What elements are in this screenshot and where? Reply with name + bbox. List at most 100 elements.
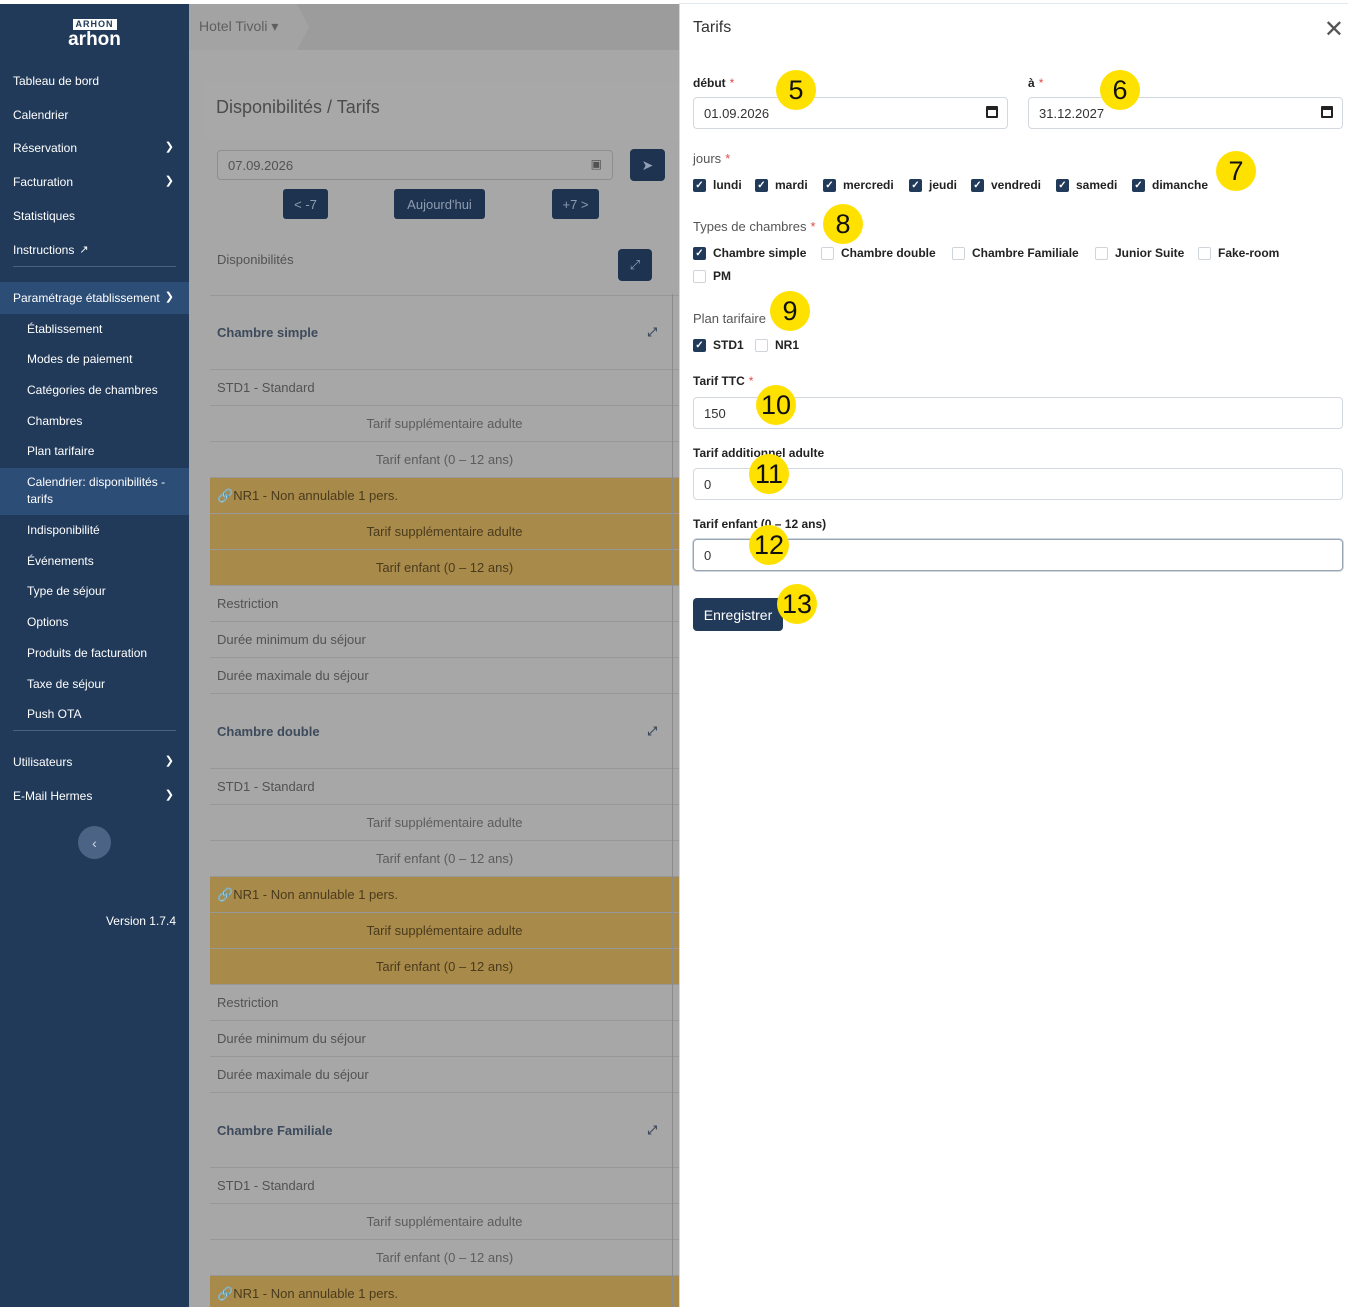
rate-sub-row: Tarif enfant (0 – 12 ans)	[210, 549, 679, 585]
sidebar-item-utilisateurs[interactable]: Utilisateurs	[13, 754, 72, 770]
required-mark: *	[810, 219, 816, 234]
rate-sub-label: Tarif supplémentaire adulte	[366, 815, 523, 830]
sidebar-item-label: Calendrier: disponibilités -	[27, 475, 166, 489]
today-button[interactable]: Aujourd'hui	[394, 189, 485, 219]
checkbox-nr1[interactable]: NR1	[755, 338, 799, 352]
rate-row: STD1 - Standard	[210, 1167, 679, 1203]
checkbox-jeudi[interactable]: ✓ jeudi	[909, 178, 957, 192]
checkbox-samedi[interactable]: ✓ samedi	[1056, 178, 1117, 192]
sidebar-subitem-taxe[interactable]: Taxe de séjour	[27, 676, 105, 692]
expand-button[interactable]: ⤢	[618, 249, 652, 281]
expand-icon[interactable]: ⤢	[647, 1123, 657, 1138]
rate-sub-row: Tarif enfant (0 – 12 ans)	[210, 840, 679, 876]
calendar-icon[interactable]	[986, 106, 998, 118]
rate-row: STD1 - Standard	[210, 369, 679, 405]
close-icon[interactable]: ✕	[1324, 18, 1344, 42]
sidebar-subitem-calendrier-dispo[interactable]: Calendrier: disponibilités -	[27, 474, 165, 490]
room-name: Chambre double	[217, 723, 320, 739]
sidebar-item-calendrier[interactable]: Calendrier	[13, 107, 68, 123]
expand-icon[interactable]: ⤢	[647, 325, 657, 340]
checkbox-mardi[interactable]: ✓ mardi	[755, 178, 808, 192]
rate-sub-label: Tarif enfant (0 – 12 ans)	[375, 1250, 514, 1265]
checkbox-junior-suite[interactable]: Junior Suite	[1095, 246, 1184, 260]
check-icon: ✓	[693, 246, 706, 260]
rate-sub-label: Tarif supplémentaire adulte	[366, 524, 523, 539]
chevron-down-icon[interactable]: ❯	[165, 140, 174, 153]
calendar-icon[interactable]	[1321, 106, 1333, 118]
sidebar-item-label: Réservation	[13, 141, 78, 155]
sidebar-item-instructions[interactable]: Instructions ↗	[13, 242, 89, 258]
sidebar-subitem-produits[interactable]: Produits de facturation	[27, 645, 147, 661]
checkbox-std1[interactable]: ✓ STD1	[693, 338, 744, 352]
main-content: Hotel Tivoli ▾ Disponibilités / Tarifs 0…	[189, 4, 679, 1307]
sidebar-section-parametrage[interactable]: Paramétrage établissement	[13, 290, 160, 306]
sidebar-subitem-chambres[interactable]: Chambres	[27, 413, 82, 429]
rate-sub-row: Tarif enfant (0 – 12 ans)	[210, 1239, 679, 1275]
check-icon: ✓	[909, 178, 922, 192]
debut-label-text: début	[693, 76, 726, 90]
checkbox-chambre-familiale[interactable]: Chambre Familiale	[952, 246, 1079, 260]
sidebar-item-facturation[interactable]: Facturation	[13, 174, 73, 190]
checkbox-vendredi[interactable]: ✓ vendredi	[971, 178, 1041, 192]
sidebar-subitem-categories[interactable]: Catégories de chambres	[27, 382, 158, 398]
annotation-badge: 13	[777, 584, 817, 624]
required-mark: *	[729, 76, 735, 90]
required-mark: *	[1038, 76, 1044, 90]
sidebar-subitem-calendrier-dispo-line2[interactable]: tarifs	[27, 491, 53, 507]
calendar-icon[interactable]: ▣	[591, 157, 602, 171]
a-date-input[interactable]: 31.12.2027	[1028, 97, 1343, 129]
check-icon: ✓	[971, 178, 984, 192]
checkbox-chambre-simple[interactable]: ✓ Chambre simple	[693, 246, 806, 260]
app-logo[interactable]: ARHON arhon	[0, 4, 189, 64]
sidebar-subitem-modes-de-paiement[interactable]: Modes de paiement	[27, 351, 132, 367]
checkbox-lundi[interactable]: ✓ lundi	[693, 178, 742, 192]
checkbox-chambre-double[interactable]: Chambre double	[821, 246, 936, 260]
sidebar-subitem-type-de-sejour[interactable]: Type de séjour	[27, 583, 106, 599]
checkbox-mercredi[interactable]: ✓ mercredi	[823, 178, 894, 192]
chevron-down-icon[interactable]: ❯	[165, 754, 174, 767]
restriction-row: Durée maximale du séjour	[210, 657, 679, 693]
sidebar-subitem-push-ota[interactable]: Push OTA	[27, 706, 81, 722]
restriction-label: Restriction	[217, 596, 279, 611]
jours-label-text: jours	[693, 151, 722, 166]
chevron-down-icon[interactable]: ❯	[165, 290, 174, 303]
collapse-sidebar-button[interactable]: ‹	[78, 826, 111, 859]
sidebar-item-label: Facturation	[13, 175, 74, 189]
checkbox-pm[interactable]: PM	[693, 269, 731, 283]
sidebar-subitem-plan-tarifaire[interactable]: Plan tarifaire	[27, 443, 94, 459]
annotation-badge: 12	[749, 525, 789, 565]
go-button[interactable]: ➤	[630, 149, 665, 181]
debut-date-input[interactable]: 01.09.2026	[693, 97, 1008, 129]
sidebar-item-reservation[interactable]: Réservation	[13, 140, 176, 156]
room-row: Chambre double ⤢	[210, 693, 679, 768]
prev-week-button[interactable]: < -7	[283, 189, 328, 219]
sidebar-subitem-indisponibilite[interactable]: Indisponibilité	[27, 522, 100, 538]
sidebar-item-statistiques[interactable]: Statistiques	[13, 208, 75, 224]
checkbox-fake-room[interactable]: Fake-room	[1198, 246, 1279, 260]
expand-icon[interactable]: ⤢	[647, 724, 657, 739]
checkbox-label: NR1	[775, 338, 800, 352]
date-input[interactable]: 07.09.2026 ▣	[217, 150, 613, 180]
sidebar-subitem-etablissement[interactable]: Établissement	[27, 321, 102, 337]
tarif-enfant-input[interactable]: 0	[693, 539, 1343, 571]
restriction-label: Durée minimum du séjour	[217, 1031, 366, 1046]
breadcrumb-hotel[interactable]: Hotel Tivoli ▾	[189, 4, 309, 50]
sidebar-item-label: Catégories de chambres	[27, 383, 158, 397]
checkbox-dimanche[interactable]: ✓ dimanche	[1132, 178, 1208, 192]
sidebar-item-email-hermes[interactable]: E-Mail Hermes	[13, 788, 92, 804]
checkbox-label: mardi	[775, 178, 808, 192]
chevron-down-icon[interactable]: ❯	[165, 174, 174, 187]
rate-row-nr1: 🔗 NR1 - Non annulable 1 pers.	[210, 876, 679, 912]
next-week-button[interactable]: +7 >	[552, 189, 599, 219]
rate-name: STD1 - Standard	[217, 380, 315, 395]
rate-name: STD1 - Standard	[217, 779, 315, 794]
sidebar-item-tableau-de-bord[interactable]: Tableau de bord	[13, 73, 99, 89]
sidebar-subitem-options[interactable]: Options	[27, 614, 68, 630]
arrow-right-circle-icon: ➤	[641, 156, 654, 173]
save-button[interactable]: Enregistrer	[693, 598, 783, 631]
chevron-down-icon[interactable]: ❯	[165, 788, 174, 801]
rate-row-nr1: 🔗 NR1 - Non annulable 1 pers.	[210, 477, 679, 513]
sidebar-subitem-evenements[interactable]: Événements	[27, 553, 94, 569]
tarif-add-input[interactable]: 0	[693, 468, 1343, 500]
rate-sub-row: Tarif supplémentaire adulte	[210, 405, 679, 441]
